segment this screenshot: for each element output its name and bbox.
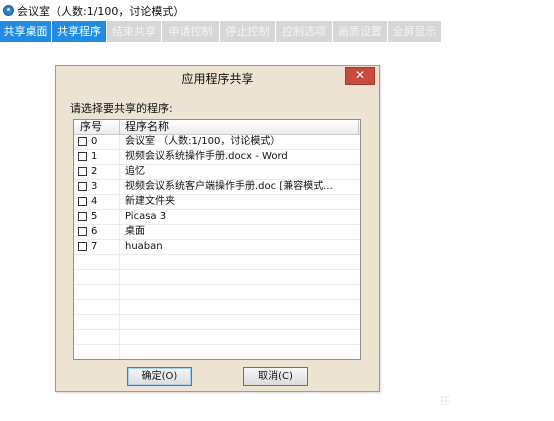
cancel-button[interactable]: 取消(C) <box>243 367 308 386</box>
list-item[interactable]: 1 视频会议系统操作手册.docx - Word <box>74 150 360 165</box>
row-checkbox[interactable] <box>78 197 87 206</box>
dialog-title: 应用程序共享 <box>181 72 254 86</box>
column-header-index[interactable]: 序号 <box>80 120 102 134</box>
row-checkbox[interactable] <box>78 242 87 251</box>
column-divider[interactable] <box>119 120 120 134</box>
row-index: 1 <box>91 151 98 162</box>
row-program-name: Picasa 3 <box>125 211 167 222</box>
list-item[interactable]: 3 视频会议系统客户端操作手册.doc [兼容模式... <box>74 180 360 195</box>
resize-grip-icon <box>440 395 450 405</box>
column-header-name[interactable]: 程序名称 <box>125 120 169 134</box>
row-checkbox[interactable] <box>78 212 87 221</box>
list-item[interactable]: 4 新建文件夹 <box>74 195 360 210</box>
row-checkbox[interactable] <box>78 227 87 236</box>
empty-row <box>74 270 360 285</box>
row-program-name: 视频会议系统操作手册.docx - Word <box>125 151 288 162</box>
quality-settings-button[interactable]: 画质设置 <box>333 21 388 42</box>
fullscreen-button[interactable]: 全屏显示 <box>388 21 442 42</box>
request-control-button[interactable]: 申请控制 <box>162 21 220 42</box>
row-checkbox[interactable] <box>78 167 87 176</box>
row-checkbox[interactable] <box>78 152 87 161</box>
dialog-prompt: 请选择要共享的程序: <box>70 102 173 115</box>
row-index: 5 <box>91 211 98 222</box>
control-options-button[interactable]: 控制选项 <box>276 21 333 42</box>
list-item[interactable]: 2 追忆 <box>74 165 360 180</box>
list-item[interactable]: 7 huaban <box>74 240 360 255</box>
window-title: 会议室（人数:1/100，讨论模式） <box>17 4 185 18</box>
meeting-app-icon <box>3 5 14 16</box>
row-checkbox[interactable] <box>78 137 87 146</box>
row-program-name: 追忆 <box>125 166 145 177</box>
empty-row <box>74 330 360 345</box>
app-share-dialog: 应用程序共享 ✕ 请选择要共享的程序: 序号 程序名称 0 会议室 （人数:1/… <box>55 65 380 392</box>
share-desktop-button[interactable]: 共享桌面 <box>0 21 52 42</box>
ok-button[interactable]: 确定(O) <box>127 367 192 386</box>
column-divider[interactable] <box>358 120 359 134</box>
empty-row <box>74 315 360 330</box>
row-index: 6 <box>91 226 98 237</box>
list-item[interactable]: 0 会议室 （人数:1/100，讨论模式） <box>74 135 360 150</box>
row-program-name: 新建文件夹 <box>125 196 175 207</box>
row-checkbox[interactable] <box>78 182 87 191</box>
row-index: 7 <box>91 241 98 252</box>
row-index: 4 <box>91 196 98 207</box>
share-program-button[interactable]: 共享程序 <box>52 21 107 42</box>
list-item[interactable]: 6 桌面 <box>74 225 360 240</box>
toolbar: 共享桌面 共享程序 结束共享 申请控制 停止控制 控制选项 画质设置 全屏显示 <box>0 21 554 42</box>
empty-row <box>74 300 360 315</box>
end-share-button[interactable]: 结束共享 <box>107 21 162 42</box>
row-index: 3 <box>91 181 98 192</box>
row-program-name: 会议室 （人数:1/100，讨论模式） <box>125 136 281 147</box>
list-header: 序号 程序名称 <box>74 120 360 135</box>
program-list[interactable]: 序号 程序名称 0 会议室 （人数:1/100，讨论模式） 1 视频会议系统操作… <box>73 119 361 360</box>
list-item[interactable]: 5 Picasa 3 <box>74 210 360 225</box>
close-icon[interactable]: ✕ <box>345 67 375 85</box>
row-index: 0 <box>91 136 98 147</box>
empty-row <box>74 345 360 359</box>
window-title-bar: 会议室（人数:1/100，讨论模式） <box>0 0 554 21</box>
empty-row <box>74 255 360 270</box>
row-program-name: huaban <box>125 241 163 252</box>
stop-control-button[interactable]: 停止控制 <box>220 21 276 42</box>
empty-row <box>74 285 360 300</box>
row-index: 2 <box>91 166 98 177</box>
row-program-name: 桌面 <box>125 226 145 237</box>
row-program-name: 视频会议系统客户端操作手册.doc [兼容模式... <box>125 181 333 192</box>
